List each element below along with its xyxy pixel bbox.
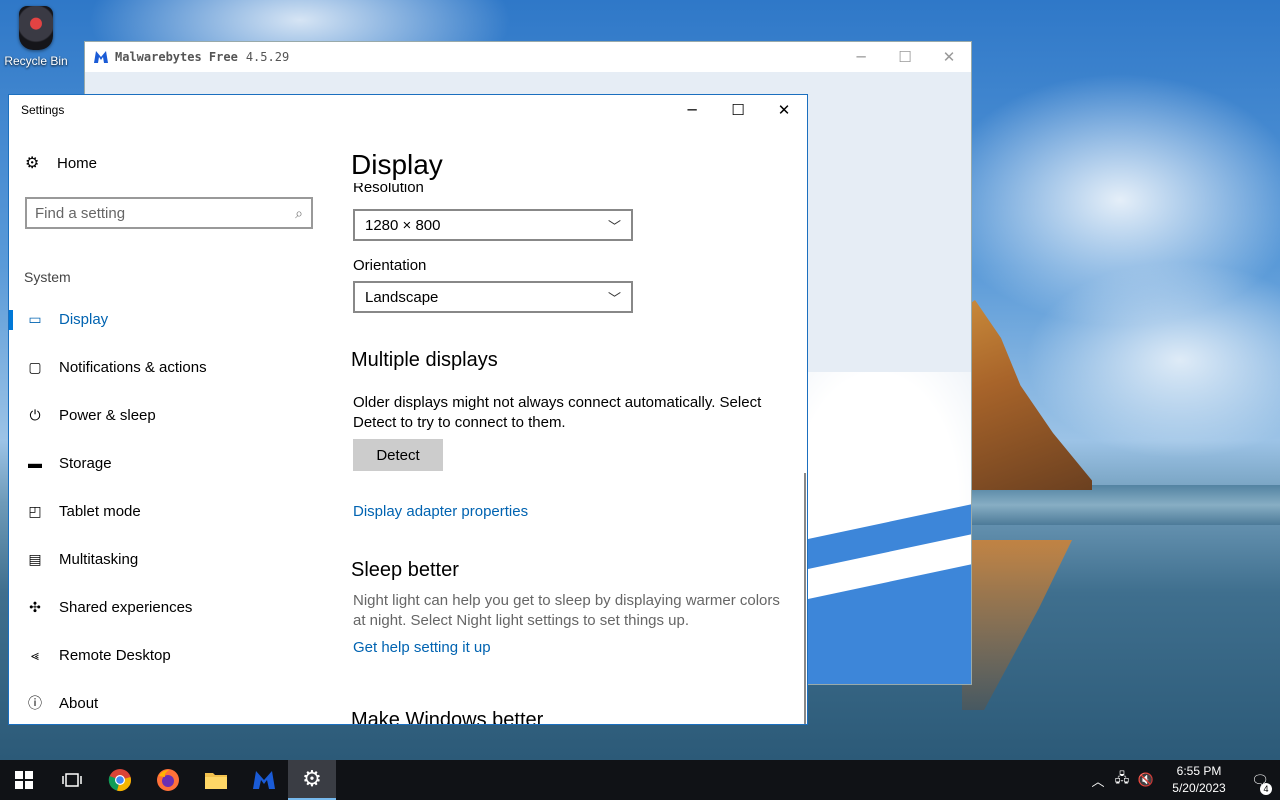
multitasking-icon: ▤ [28, 550, 42, 567]
chevron-up-icon[interactable]: ︿ [1086, 771, 1110, 790]
nav-item-shared[interactable]: ✣ Shared experiences [9, 589, 329, 625]
night-light-help-link[interactable]: Get help setting it up [353, 639, 491, 656]
settings-titlebar[interactable]: Settings ─ ☐ ✕ [9, 95, 807, 125]
firefox-button[interactable] [144, 760, 192, 800]
search-icon: ⌕ [295, 204, 303, 221]
cliff [962, 300, 1092, 490]
notification-icon: ▢ [28, 358, 42, 375]
recycle-bin-label: Recycle Bin [4, 54, 68, 68]
page-title: Display [351, 149, 443, 180]
monitor-icon: ▭ [28, 310, 42, 327]
close-icon[interactable]: ✕ [927, 42, 971, 72]
nav-item-label: About [59, 694, 99, 712]
taskbar: ⚙ ︿ 🖧 🔇 6:55 PM 5/20/2023 🗨 4 [0, 760, 1280, 800]
task-view-icon [62, 773, 82, 787]
clock-time: 6:55 PM [1176, 764, 1222, 778]
nav-item-label: Remote Desktop [59, 646, 171, 664]
system-tray: ︿ 🖧 🔇 6:55 PM 5/20/2023 🗨 4 [1086, 760, 1280, 800]
settings-window[interactable]: Settings ─ ☐ ✕ ⚙ Home Find a setting ⌕ S… [8, 94, 808, 725]
nav-item-label: Multitasking [59, 550, 139, 568]
nav-item-remote[interactable]: ⪡ Remote Desktop [9, 637, 329, 673]
nav-item-display[interactable]: ▭ Display [9, 301, 329, 337]
maximize-icon[interactable]: ☐ [715, 95, 761, 125]
sleep-better-heading: Sleep better [351, 559, 459, 581]
firefox-icon [157, 769, 179, 791]
notification-count-badge: 4 [1260, 782, 1272, 795]
info-icon: ⓘ [28, 695, 42, 711]
scrollbar[interactable] [804, 473, 806, 724]
settings-main: Display Resolution 1280 × 800 ﹀ Orientat… [351, 125, 807, 724]
clock-date: 5/20/2023 [1172, 781, 1226, 795]
close-icon[interactable]: ✕ [761, 95, 807, 125]
nav-item-label: Shared experiences [59, 598, 193, 616]
nav-item-label: Storage [59, 454, 112, 472]
folder-icon [205, 773, 227, 789]
nav-item-storage[interactable]: ▬ Storage [9, 445, 329, 481]
nav-item-power[interactable]: ⏻ Power & sleep [9, 397, 329, 433]
sleep-better-text: Night light can help you get to sleep by… [353, 592, 780, 629]
power-icon: ⏻ [29, 406, 41, 423]
detect-button[interactable]: Detect [353, 439, 443, 471]
nav-item-tablet[interactable]: ◰ Tablet mode [9, 493, 329, 529]
orientation-dropdown[interactable]: Landscape ﹀ [353, 281, 633, 313]
file-explorer-button[interactable] [192, 760, 240, 800]
cliff-reflection [962, 540, 1072, 710]
action-center-button[interactable]: 🗨 4 [1240, 772, 1280, 795]
settings-title: Settings [21, 103, 65, 117]
display-adapter-link[interactable]: Display adapter properties [353, 503, 528, 520]
resolution-label: Resolution [353, 183, 424, 193]
malwarebytes-taskbar-button[interactable] [240, 760, 288, 800]
malwarebytes-icon [253, 771, 275, 789]
malwarebytes-logo-icon [94, 51, 108, 63]
search-placeholder: Find a setting [35, 204, 126, 222]
settings-nav: ⚙ Home Find a setting ⌕ System ▭ Display… [9, 125, 329, 724]
minimize-icon[interactable]: ─ [669, 95, 715, 125]
home-label: Home [57, 154, 98, 172]
storage-icon: ▬ [28, 455, 42, 471]
nav-item-multitasking[interactable]: ▤ Multitasking [9, 541, 329, 577]
recycle-bin[interactable]: Recycle Bin [4, 6, 68, 68]
windows-logo-icon [15, 771, 33, 789]
chrome-button[interactable] [96, 760, 144, 800]
volume-muted-icon[interactable]: 🔇 [1134, 772, 1158, 788]
multiple-displays-text: Older displays might not always connect … [353, 394, 762, 431]
nav-item-label: Power & sleep [59, 406, 156, 424]
tablet-icon: ◰ [28, 502, 42, 519]
start-button[interactable] [0, 760, 48, 800]
chrome-icon [108, 769, 131, 791]
remote-icon: ⪡ [31, 646, 39, 663]
minimize-icon[interactable]: ─ [839, 42, 883, 72]
clock[interactable]: 6:55 PM 5/20/2023 [1164, 763, 1234, 797]
orientation-label: Orientation [353, 257, 427, 274]
network-icon[interactable]: 🖧 [1110, 769, 1134, 791]
resolution-dropdown[interactable]: 1280 × 800 ﹀ [353, 209, 633, 241]
nav-group-label: System [24, 269, 71, 285]
malwarebytes-title: Malwarebytes Free [115, 50, 238, 64]
maximize-icon[interactable]: ☐ [883, 42, 927, 72]
home-link[interactable]: ⚙ Home [25, 153, 97, 173]
multiple-displays-heading: Multiple displays [351, 349, 498, 371]
make-windows-better-heading: Make Windows better [351, 709, 544, 725]
gear-icon: ⚙ [25, 155, 40, 172]
nav-item-about[interactable]: ⓘ About [9, 685, 329, 721]
search-input[interactable]: Find a setting ⌕ [25, 197, 313, 229]
nav-item-label: Notifications & actions [59, 358, 207, 376]
settings-taskbar-button[interactable]: ⚙ [288, 760, 336, 800]
nav-item-notifications[interactable]: ▢ Notifications & actions [9, 349, 329, 385]
gear-icon: ⚙ [302, 766, 322, 792]
malwarebytes-version: 4.5.29 [245, 50, 290, 64]
nav-item-label: Tablet mode [59, 502, 141, 520]
resolution-value: 1280 × 800 [365, 216, 441, 234]
task-view-button[interactable] [48, 760, 96, 800]
chevron-down-icon: ﹀ [607, 218, 621, 234]
nav-item-label: Display [59, 310, 109, 328]
orientation-value: Landscape [365, 288, 439, 306]
chevron-down-icon: ﹀ [607, 290, 621, 306]
sea [972, 485, 1280, 525]
recycle-bin-icon [19, 6, 53, 50]
shared-icon: ✣ [29, 598, 41, 615]
